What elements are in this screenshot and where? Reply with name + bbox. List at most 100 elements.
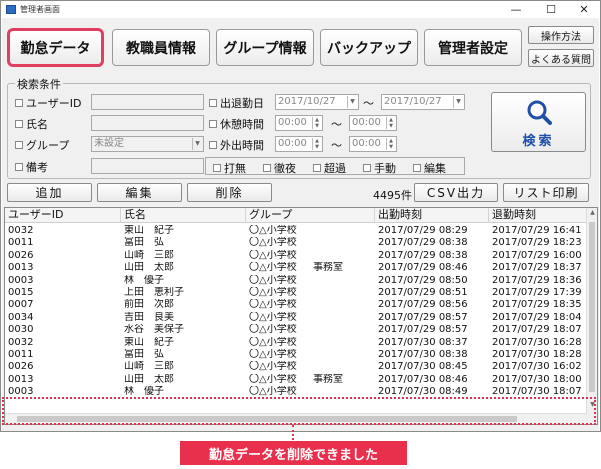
option-manual[interactable]: 手動 (363, 160, 396, 176)
column-header-name[interactable]: 氏名 (121, 208, 246, 223)
add-button[interactable]: 追加 (7, 183, 92, 202)
horizontal-scrollbar[interactable] (5, 413, 587, 424)
attendance-date-option[interactable]: 出退勤日 (209, 95, 264, 111)
table-row[interactable]: 0007 前田 次郎 〇△小学校 2017/07/29 08:56 2017/07/29… (5, 299, 587, 310)
option-all-night[interactable]: 徹夜 (263, 160, 296, 176)
calendar-dropdown-icon[interactable]: ▼ (453, 96, 463, 108)
csv-export-button[interactable]: CSV出力 (414, 183, 498, 202)
close-icon[interactable]: ✕ (569, 1, 599, 18)
delete-button[interactable]: 削除 (187, 183, 272, 202)
note-option[interactable]: 備考 (15, 159, 48, 175)
table-row[interactable]: 0013 山田 太郎 〇△小学校 事務室 2017/07/29 08:46 2017/07… (5, 262, 587, 273)
table-row[interactable]: 0026 山崎 三郎 〇△小学校 2017/07/29 08:38 2017/07/29… (5, 250, 587, 261)
out-time-checkbox[interactable] (209, 141, 217, 149)
spinner-icon[interactable]: ▲ ▼ (312, 117, 321, 129)
table-row[interactable]: 0032 東山 紀子 〇△小学校 2017/07/30 08:37 2017/07/30… (5, 337, 587, 348)
cell-clock-out: 2017/07/29 16:41 (492, 225, 582, 236)
group-option[interactable]: グループ (15, 137, 69, 153)
scroll-down-icon[interactable]: ▼ (587, 400, 597, 410)
print-list-button[interactable]: リスト印刷 (503, 183, 589, 202)
table-row[interactable]: 0011 冨田 弘 〇△小学校 2017/07/29 08:38 2017/07/29 … (5, 237, 587, 248)
chevron-down-icon[interactable]: ▼ (192, 138, 202, 150)
cell-clock-out: 2017/07/30 18:28 (492, 349, 582, 360)
table-row[interactable]: 0003 林 優子 〇△小学校 2017/07/29 08:50 2017/07/29 … (5, 275, 587, 286)
column-header-clock-out[interactable]: 退勤時刻 (489, 208, 587, 223)
break-to-input[interactable]: 00:00 ▲ ▼ (349, 115, 397, 131)
column-header-clock-in[interactable]: 出勤時刻 (375, 208, 489, 223)
break-time-checkbox[interactable] (209, 120, 217, 128)
no-punch-checkbox[interactable] (213, 164, 221, 172)
cell-name: 冨田 弘 (124, 349, 164, 360)
column-header-group[interactable]: グループ (246, 208, 375, 223)
tab-staff[interactable]: 教職員情報 (112, 29, 210, 66)
date-from-picker[interactable]: 2017/10/27 ▼ (275, 94, 359, 110)
cell-department (310, 225, 375, 236)
cell-user-id: 0011 (8, 349, 34, 360)
table-row[interactable]: 0015 上田 恵利子 〇△小学校 2017/07/29 08:51 2017/07/2… (5, 287, 587, 298)
table-row[interactable]: 0011 冨田 弘 〇△小学校 2017/07/30 08:38 2017/07/30 … (5, 349, 587, 360)
scrollbar-thumb[interactable] (17, 416, 517, 422)
table-row[interactable]: 0003 林 優子 〇△小学校 2017/07/30 08:49 2017/07/30 … (5, 386, 587, 397)
table-row[interactable]: 0032 東山 紀子 〇△小学校 2017/07/29 08:29 2017/07/29… (5, 225, 587, 236)
cell-clock-in: 2017/07/29 08:38 (378, 237, 468, 249)
date-to-picker[interactable]: 2017/10/27 ▼ (381, 94, 465, 110)
cell-user-id: 0034 (8, 311, 34, 323)
manual-checkbox[interactable] (363, 164, 371, 172)
spinner-icon[interactable]: ▲ ▼ (312, 138, 321, 150)
overtime-checkbox[interactable] (313, 164, 321, 172)
group-checkbox[interactable] (15, 141, 23, 149)
vertical-scrollbar[interactable]: ▲ ▼ (586, 208, 597, 424)
option-overtime[interactable]: 超過 (313, 160, 346, 176)
edited-checkbox[interactable] (413, 164, 421, 172)
tab-admin-settings[interactable]: 管理者設定 (424, 29, 522, 66)
edit-button[interactable]: 編集 (97, 183, 182, 202)
tab-backup[interactable]: バックアップ (320, 29, 418, 66)
user-id-input[interactable] (91, 94, 204, 110)
column-header-user-id[interactable]: ユーザーID (5, 208, 121, 223)
option-no-punch[interactable]: 打無 (213, 160, 246, 176)
title-bar[interactable]: 管理者画面 — ☐ ✕ (1, 1, 600, 18)
calendar-dropdown-icon[interactable]: ▼ (347, 96, 357, 108)
cell-user-id: 0015 (8, 287, 34, 298)
scroll-up-icon[interactable]: ▲ (587, 208, 597, 218)
option-edited[interactable]: 編集 (413, 160, 446, 176)
note-checkbox[interactable] (15, 163, 23, 171)
out-time-option[interactable]: 外出時間 (209, 137, 264, 153)
user-id-checkbox[interactable] (15, 99, 23, 107)
maximize-icon[interactable]: ☐ (536, 1, 566, 18)
cell-group: 〇△小学校 (249, 386, 297, 398)
name-checkbox[interactable] (15, 120, 23, 128)
window-title: 管理者画面 (20, 5, 60, 14)
spinner-icon[interactable]: ▲ ▼ (386, 138, 395, 150)
minimize-icon[interactable]: — (501, 1, 531, 18)
out-to-input[interactable]: 00:00 ▲ ▼ (349, 136, 397, 152)
cell-name: 山崎 三郎 (124, 249, 174, 261)
break-from-input[interactable]: 00:00 ▲ ▼ (275, 115, 323, 131)
table-row[interactable]: 0030 水谷 美保子 〇△小学校 2017/07/29 08:57 2017/07/2… (5, 324, 587, 335)
scrollbar-thumb[interactable] (589, 222, 595, 392)
tab-attendance[interactable]: 勤怠データ (7, 28, 104, 67)
all-night-checkbox[interactable] (263, 164, 271, 172)
spinner-icon[interactable]: ▲ ▼ (386, 117, 395, 129)
group-select[interactable]: 未設定 ▼ (91, 136, 204, 152)
attendance-table[interactable]: ユーザーID 氏名 グループ 出勤時刻 退勤時刻 0032 東山 紀子 〇△小学校 2… (4, 207, 598, 425)
cell-user-id: 0003 (8, 274, 34, 286)
name-input[interactable] (91, 115, 204, 131)
name-option[interactable]: 氏名 (15, 116, 48, 132)
break-time-option[interactable]: 休憩時間 (209, 116, 264, 132)
help-button[interactable]: 操作方法 (528, 26, 594, 44)
cell-clock-in: 2017/07/29 08:50 (378, 274, 468, 286)
attendance-date-checkbox[interactable] (209, 99, 217, 107)
note-input[interactable] (91, 158, 204, 174)
table-row[interactable]: 0013 山田 太郎 〇△小学校 事務室 2017/07/30 08:46 2017/07… (5, 374, 587, 385)
user-id-option[interactable]: ユーザーID (15, 95, 82, 111)
out-from-input[interactable]: 00:00 ▲ ▼ (275, 136, 323, 152)
faq-button[interactable]: よくある質問 (528, 49, 594, 67)
search-button[interactable]: 検索 (491, 92, 586, 152)
cell-name: 上田 恵利子 (124, 287, 184, 298)
table-row[interactable]: 0026 山崎 三郎 〇△小学校 2017/07/30 08:45 2017/07/30… (5, 361, 587, 372)
cell-department (310, 287, 375, 298)
cell-group: 〇△小学校 (249, 324, 297, 336)
tab-group[interactable]: グループ情報 (216, 29, 314, 66)
table-row[interactable]: 0034 吉田 良美 〇△小学校 2017/07/29 08:57 2017/07/29… (5, 312, 587, 323)
